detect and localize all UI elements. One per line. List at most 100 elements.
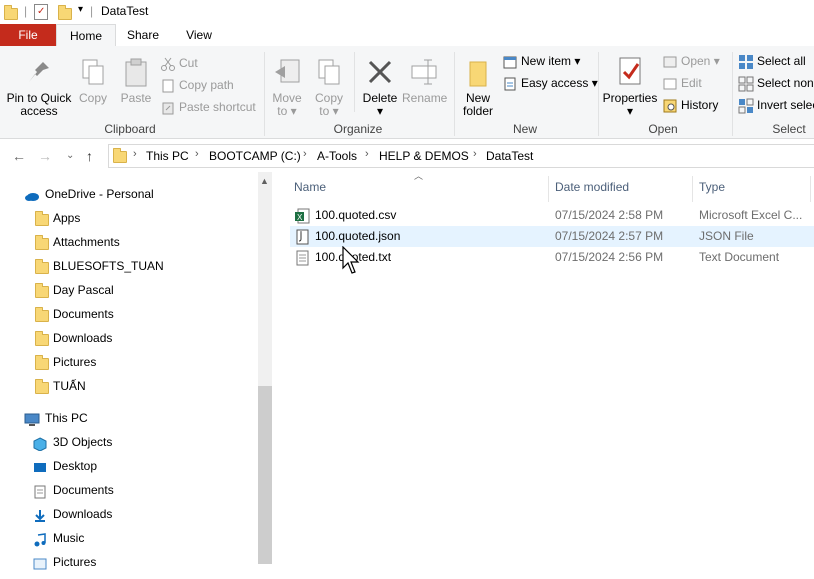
nav-pc-label: Music: [53, 531, 85, 545]
nav-folder-label: TUẤN: [53, 379, 86, 393]
nav-pc-label: Pictures: [53, 555, 97, 569]
rename-label: Rename: [402, 91, 448, 105]
copy-to-dropdown-icon: ▾: [332, 104, 339, 118]
up-arrow-icon[interactable]: ↑: [86, 148, 93, 164]
copy-to-button[interactable]: Copy to ▾: [312, 56, 346, 118]
copy-to-label-2: to: [319, 104, 330, 118]
ribbon: Pin to Quick access Copy Paste Cut Copy …: [0, 46, 814, 139]
address-bar[interactable]: › This PC › BOOTCAMP (C:) › A-Tools › HE…: [108, 144, 814, 168]
copy-path-icon: [160, 78, 176, 94]
select-all-button[interactable]: Select all: [738, 52, 806, 70]
select-all-label: Select all: [757, 54, 806, 68]
column-divider[interactable]: [810, 176, 811, 202]
group-separator: [264, 52, 265, 136]
column-divider[interactable]: [548, 176, 549, 202]
history-label: History: [681, 98, 719, 112]
new-item-label: New item: [521, 54, 572, 68]
column-header-name[interactable]: Name: [294, 180, 326, 194]
pin-to-quick-access-button[interactable]: Pin to Quick access: [4, 56, 74, 118]
breadcrumb-separator-icon[interactable]: ›: [195, 148, 199, 160]
invert-selection-button[interactable]: Invert selection: [738, 96, 814, 114]
file-name: 100.quoted.csv: [315, 208, 397, 222]
title-bar: | ✓ ▾ | DataTest: [0, 0, 814, 24]
group-separator: [454, 52, 455, 136]
properties-dropdown-icon: ▾: [626, 104, 634, 118]
column-header-type[interactable]: Type: [699, 180, 725, 194]
text-file-icon: [296, 250, 309, 266]
move-to-button[interactable]: Move to ▾: [270, 56, 304, 118]
copy-label: Copy: [78, 91, 107, 105]
file-row[interactable]: 100.quoted.json 07/15/2024 2:57 PM JSON Fi…: [290, 226, 814, 247]
new-folder-label-2: folder: [462, 104, 494, 118]
tab-view[interactable]: View: [176, 24, 222, 46]
nav-scrollbar[interactable]: ▲: [258, 172, 272, 564]
easy-access-label: Easy access: [521, 76, 589, 90]
nav-pc-label: Desktop: [53, 459, 98, 473]
organize-group-label: Organize: [333, 122, 383, 136]
breadcrumb-separator-icon[interactable]: ›: [133, 148, 137, 160]
recent-locations-chevron-icon[interactable]: ⌄: [66, 150, 74, 161]
toolbar-divider: |: [24, 4, 28, 18]
tab-file[interactable]: File: [0, 24, 56, 46]
file-date: 07/15/2024 2:56 PM: [555, 250, 664, 264]
delete-button[interactable]: Delete ▾: [360, 56, 400, 118]
tab-share[interactable]: Share: [118, 24, 168, 46]
invert-selection-label: Invert selection: [757, 98, 814, 112]
nav-folder-label: Pictures: [53, 355, 97, 369]
cut-label: Cut: [179, 56, 198, 70]
new-item-button[interactable]: New item ▾: [502, 52, 580, 70]
easy-access-button[interactable]: Easy access ▾: [502, 74, 598, 92]
copy-path-button[interactable]: Copy path: [160, 76, 234, 94]
select-none-button[interactable]: Select none: [738, 74, 814, 92]
paste-button[interactable]: Paste: [118, 56, 154, 105]
properties-button[interactable]: Properties ▾: [602, 56, 658, 118]
select-none-label: Select none: [757, 76, 814, 90]
breadcrumb-a-tools[interactable]: A-Tools: [317, 149, 357, 163]
cut-button[interactable]: Cut: [160, 54, 198, 72]
pin-icon: [23, 56, 55, 88]
copy-path-label: Copy path: [179, 78, 234, 92]
file-name: 100.quoted.json: [315, 229, 401, 243]
breadcrumb-help-demos[interactable]: HELP & DEMOS: [379, 149, 469, 163]
sort-ascending-icon: ︿: [414, 171, 424, 181]
breadcrumb-this-pc[interactable]: This PC: [146, 149, 189, 163]
breadcrumb-separator-icon[interactable]: ›: [303, 148, 307, 160]
file-row[interactable]: X 100.quoted.csv 07/15/2024 2:58 PM Microso…: [290, 205, 814, 226]
mouse-cursor-icon: [342, 246, 360, 274]
breadcrumb-datatest[interactable]: DataTest: [486, 149, 533, 163]
delete-dropdown-icon: ▾: [376, 104, 384, 118]
ribbon-tabs: File Home Share View: [0, 24, 814, 48]
move-to-label-2: to: [277, 104, 288, 118]
new-folder-quick-icon[interactable]: [58, 5, 72, 20]
folder-icon: [35, 235, 49, 250]
column-divider[interactable]: [692, 176, 693, 202]
music-icon: [33, 531, 47, 547]
customize-quick-access-chevron-icon[interactable]: ▾: [78, 4, 83, 15]
back-arrow-icon[interactable]: ←: [12, 148, 26, 164]
breadcrumb-separator-icon[interactable]: ›: [365, 148, 369, 160]
scroll-up-arrow-icon[interactable]: ▲: [260, 176, 269, 186]
file-list: ︿ Name Date modified Type X 100.quoted.cs…: [272, 171, 814, 564]
tab-home[interactable]: Home: [56, 24, 116, 48]
breadcrumb-bootcamp[interactable]: BOOTCAMP (C:): [209, 149, 301, 163]
rename-button[interactable]: Rename: [402, 56, 448, 105]
copy-icon: [77, 56, 109, 88]
forward-arrow-icon[interactable]: →: [38, 148, 52, 164]
file-row[interactable]: 100.quoted.txt07/15/2024 2:56 PMText Doc…: [290, 247, 814, 268]
cloud-icon: [24, 187, 39, 201]
nav-folder-label: Attachments: [53, 235, 120, 249]
nav-pc-label: Documents: [53, 483, 114, 497]
open-button[interactable]: Open ▾: [662, 52, 720, 70]
properties-quick-icon[interactable]: ✓: [34, 4, 48, 20]
organize-separator: [354, 52, 355, 112]
scrollbar-thumb[interactable]: [258, 386, 272, 564]
paste-shortcut-button[interactable]: Paste shortcut: [160, 98, 256, 116]
column-header-date[interactable]: Date modified: [555, 180, 629, 194]
new-folder-button[interactable]: New folder: [458, 56, 498, 118]
svg-text:X: X: [297, 213, 303, 222]
breadcrumb-separator-icon[interactable]: ›: [473, 148, 477, 160]
edit-button[interactable]: Edit: [662, 74, 702, 92]
history-button[interactable]: History: [662, 96, 718, 114]
history-icon: [662, 98, 678, 114]
copy-button[interactable]: Copy: [76, 56, 110, 105]
